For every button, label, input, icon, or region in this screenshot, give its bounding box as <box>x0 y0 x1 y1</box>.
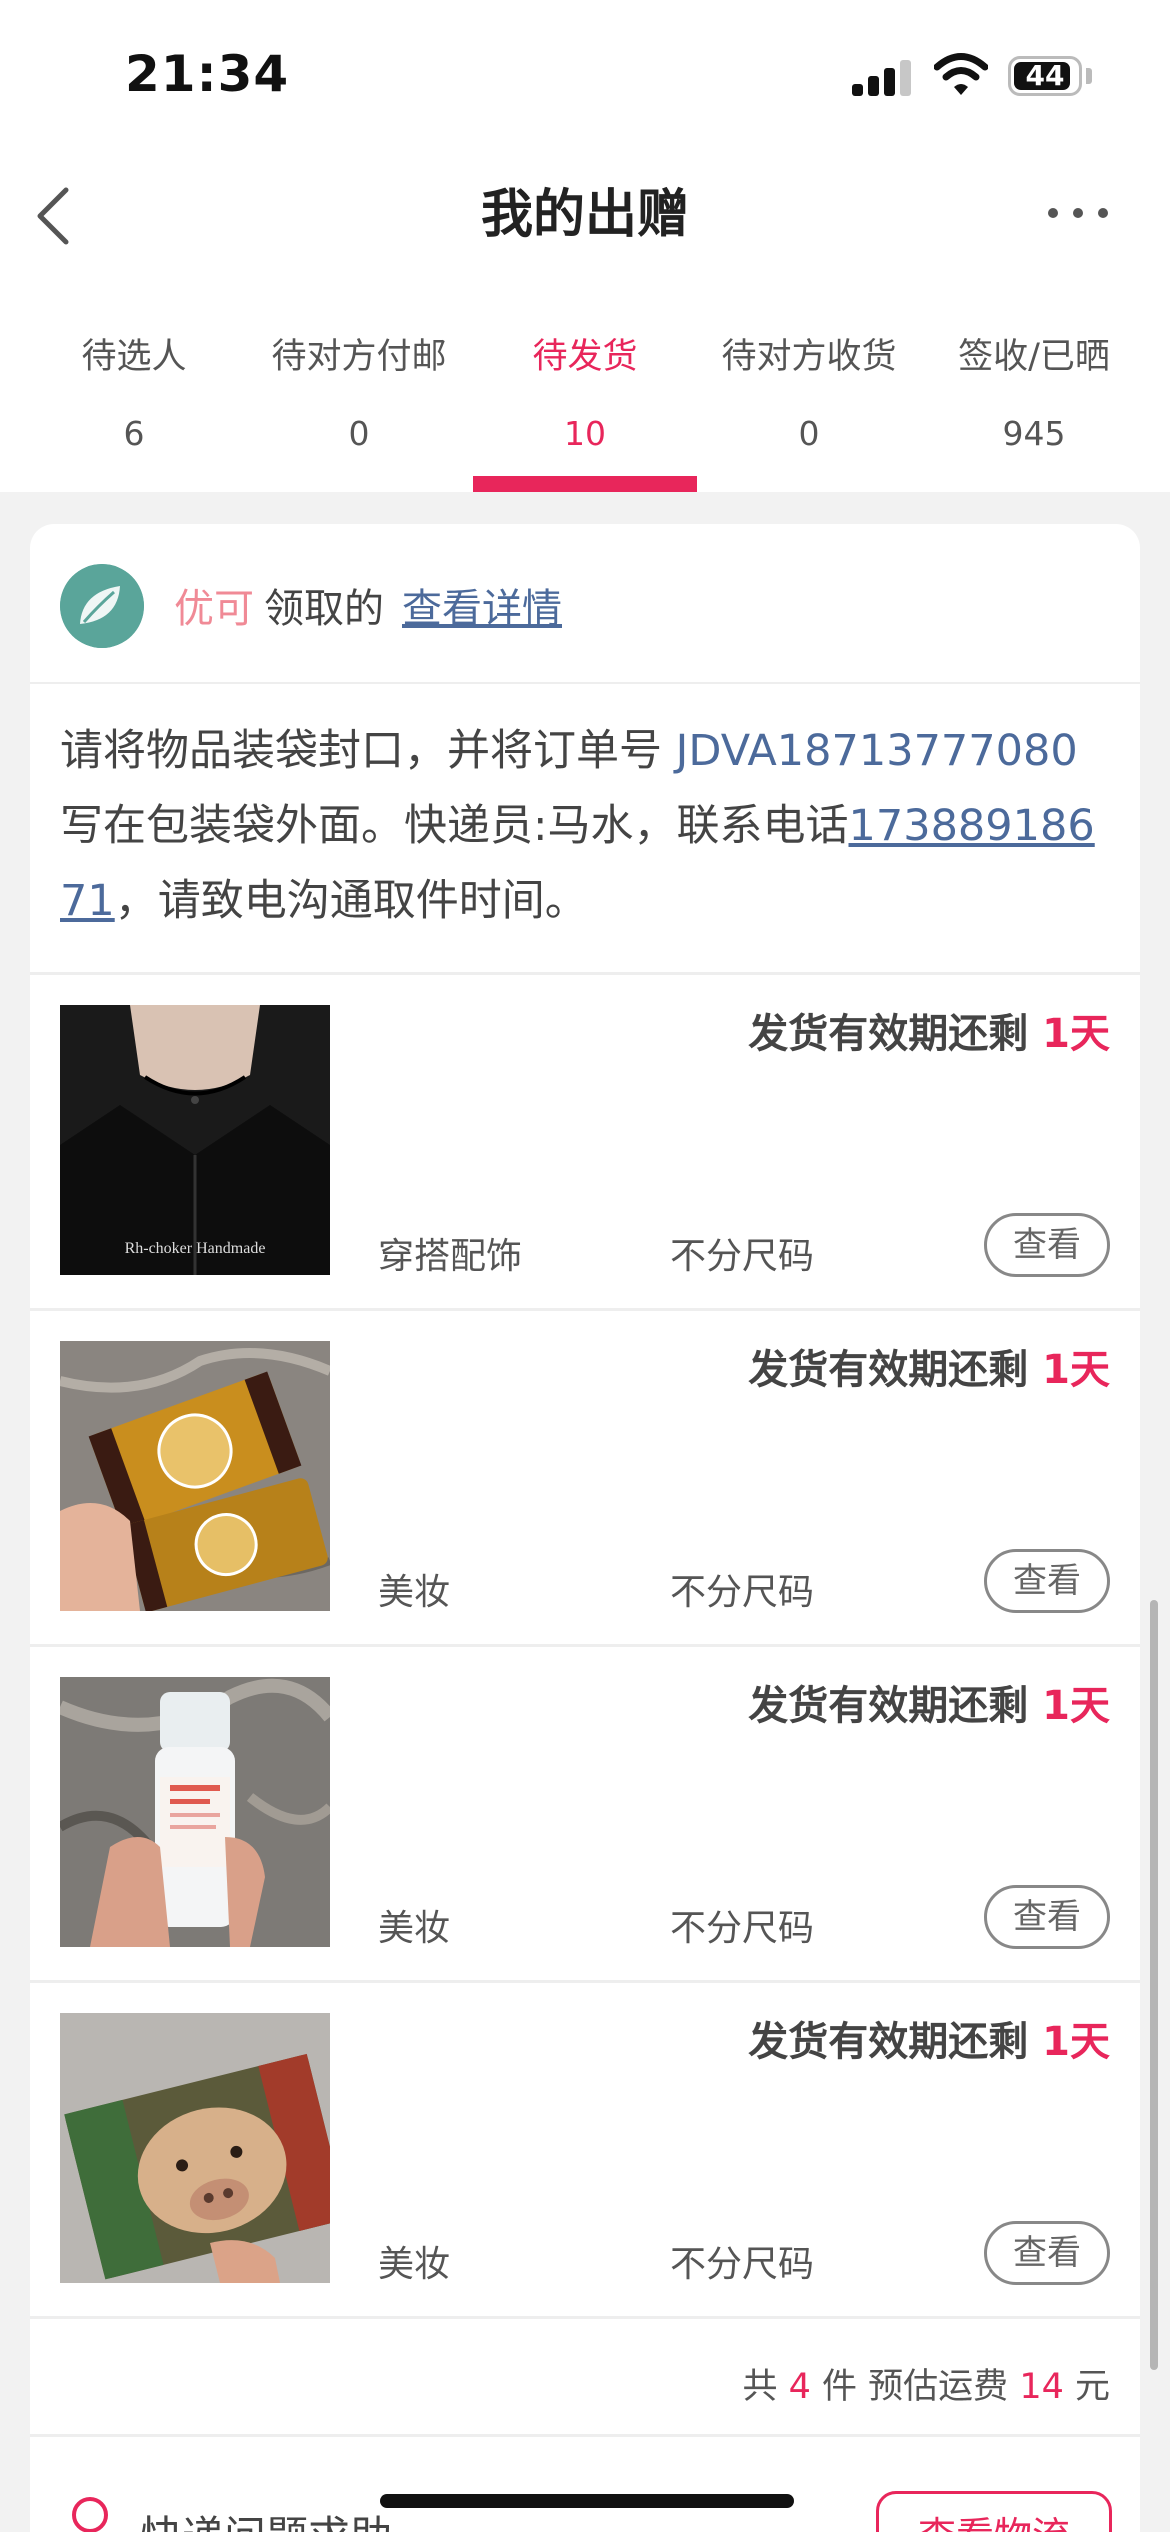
tab-pending-receipt[interactable]: 待对方收货 0 <box>697 280 921 492</box>
summary-text: 元 <box>1063 2367 1110 2407</box>
item-list: Rh-choker Handmade 发货有效期还剩 1天 穿搭配饰 不分尺码 … <box>30 975 1140 2319</box>
view-details-link[interactable]: 查看详情 <box>402 576 562 634</box>
status-tabs: 待选人 6 待对方付邮 0 待发货 10 待对方收货 0 签收/已晒 945 <box>0 280 1170 492</box>
summary-text: 件 预估运费 <box>810 2367 1020 2407</box>
tab-count: 945 <box>1002 414 1066 453</box>
deadline-days: 1天 <box>1042 2019 1110 2065</box>
tab-pending-selection[interactable]: 待选人 6 <box>22 280 246 492</box>
tab-label: 待对方收货 <box>721 337 897 377</box>
product-thumbnail[interactable]: Rh-choker Handmade <box>60 1005 330 1275</box>
instruction-text: ，请致电沟通取件时间。 <box>114 876 588 926</box>
status-time: 21:34 <box>125 45 290 103</box>
courier-help-link[interactable]: 快递问题求助 <box>140 2503 392 2532</box>
claimed-text: 领取的 <box>264 586 384 632</box>
wifi-icon <box>934 53 988 95</box>
summary-text: 共 <box>742 2367 789 2407</box>
order-summary: 共 4 件 预估运费 14 元 <box>743 2358 1111 2409</box>
deadline-days: 1天 <box>1042 1011 1110 1057</box>
leaf-icon <box>60 564 144 648</box>
instruction-text: 写在包装袋外面。快递员:马水，联系电话 <box>60 801 849 851</box>
scrollbar[interactable] <box>1150 1600 1158 2370</box>
instruction-text: 请将物品装袋封口，并将订单号 <box>60 726 676 776</box>
deadline-label: 发货有效期还剩 <box>748 1683 1043 1729</box>
tab-label: 待发货 <box>532 337 638 377</box>
product-thumbnail[interactable] <box>60 1677 330 1947</box>
more-dot <box>1073 208 1083 218</box>
battery-icon: 44 <box>1008 56 1082 96</box>
shipping-instruction: 请将物品装袋封口，并将订单号 JDVA18713777080 写在包装袋外面。快… <box>60 714 1110 939</box>
help-row: 快递问题求助 查看物流 <box>30 2437 1140 2532</box>
product-thumbnail[interactable] <box>60 2013 330 2283</box>
more-dot <box>1048 208 1058 218</box>
thumb-caption: Rh-choker Handmade <box>125 1240 266 1257</box>
list-item: 发货有效期还剩 1天 美妆 不分尺码 查看 <box>30 1311 1140 1647</box>
view-logistics-button[interactable]: 查看物流 <box>876 2491 1112 2532</box>
home-indicator[interactable] <box>380 2494 794 2508</box>
tab-label: 待选人 <box>81 337 187 377</box>
tab-pending-postage[interactable]: 待对方付邮 0 <box>247 280 471 492</box>
more-dot <box>1098 208 1108 218</box>
nav-bar: 我的出赠 <box>0 150 1170 280</box>
view-item-button[interactable]: 查看 <box>984 2221 1110 2285</box>
signal-icon <box>852 56 912 96</box>
list-item: Rh-choker Handmade 发货有效期还剩 1天 穿搭配饰 不分尺码 … <box>30 975 1140 1311</box>
item-count: 4 <box>788 2367 811 2407</box>
shipping-deadline: 发货有效期还剩 1天 <box>748 1673 1110 1731</box>
item-size: 不分尺码 <box>670 1572 815 1613</box>
view-item-button[interactable]: 查看 <box>984 1549 1110 1613</box>
item-size: 不分尺码 <box>670 1908 815 1949</box>
battery-nub <box>1086 68 1092 84</box>
tab-count: 0 <box>798 414 820 453</box>
deadline-label: 发货有效期还剩 <box>748 1347 1043 1393</box>
item-size: 不分尺码 <box>670 2244 815 2285</box>
deadline-label: 发货有效期还剩 <box>748 1011 1043 1057</box>
tab-pending-shipment[interactable]: 待发货 10 <box>473 280 697 492</box>
avatar[interactable] <box>60 564 144 648</box>
battery-level: 44 <box>1025 59 1065 92</box>
deadline-days: 1天 <box>1042 1683 1110 1729</box>
page-title: 我的出赠 <box>480 185 689 245</box>
deadline-days: 1天 <box>1042 1347 1110 1393</box>
shipping-deadline: 发货有效期还剩 1天 <box>748 1001 1110 1059</box>
tab-label: 签收/已晒 <box>958 337 1110 377</box>
recipient-row: 优可 领取的 查看详情 <box>30 524 1140 684</box>
tab-count: 6 <box>123 414 145 453</box>
recipient-name[interactable]: 优可 <box>174 576 254 634</box>
item-category: 美妆 <box>378 2244 451 2285</box>
deadline-label: 发货有效期还剩 <box>748 2019 1043 2065</box>
person-icon <box>72 2497 108 2532</box>
item-category: 美妆 <box>378 1908 451 1949</box>
view-item-button[interactable]: 查看 <box>984 1213 1110 1277</box>
tab-label: 待对方付邮 <box>271 337 447 377</box>
shipping-deadline: 发货有效期还剩 1天 <box>748 2009 1110 2067</box>
active-tab-indicator <box>473 476 697 492</box>
list-item: 发货有效期还剩 1天 美妆 不分尺码 查看 <box>30 1983 1140 2319</box>
tab-count: 10 <box>564 414 606 453</box>
tab-count: 0 <box>348 414 370 453</box>
product-thumbnail[interactable] <box>60 1341 330 1611</box>
item-category: 美妆 <box>378 1572 451 1613</box>
order-card: 优可 领取的 查看详情 请将物品装袋封口，并将订单号 JDVA187137770… <box>30 524 1140 2532</box>
shipping-fee: 14 <box>1019 2367 1064 2407</box>
view-item-button[interactable]: 查看 <box>984 1885 1110 1949</box>
list-item: 发货有效期还剩 1天 美妆 不分尺码 查看 <box>30 1647 1140 1983</box>
order-number: JDVA18713777080 <box>675 726 1078 776</box>
status-bar: 21:34 44 <box>0 0 1170 150</box>
tab-received[interactable]: 签收/已晒 945 <box>922 280 1146 492</box>
more-button[interactable] <box>1046 198 1110 228</box>
item-size: 不分尺码 <box>670 1236 815 1277</box>
shipping-deadline: 发货有效期还剩 1天 <box>748 1337 1110 1395</box>
item-category: 穿搭配饰 <box>378 1236 523 1277</box>
